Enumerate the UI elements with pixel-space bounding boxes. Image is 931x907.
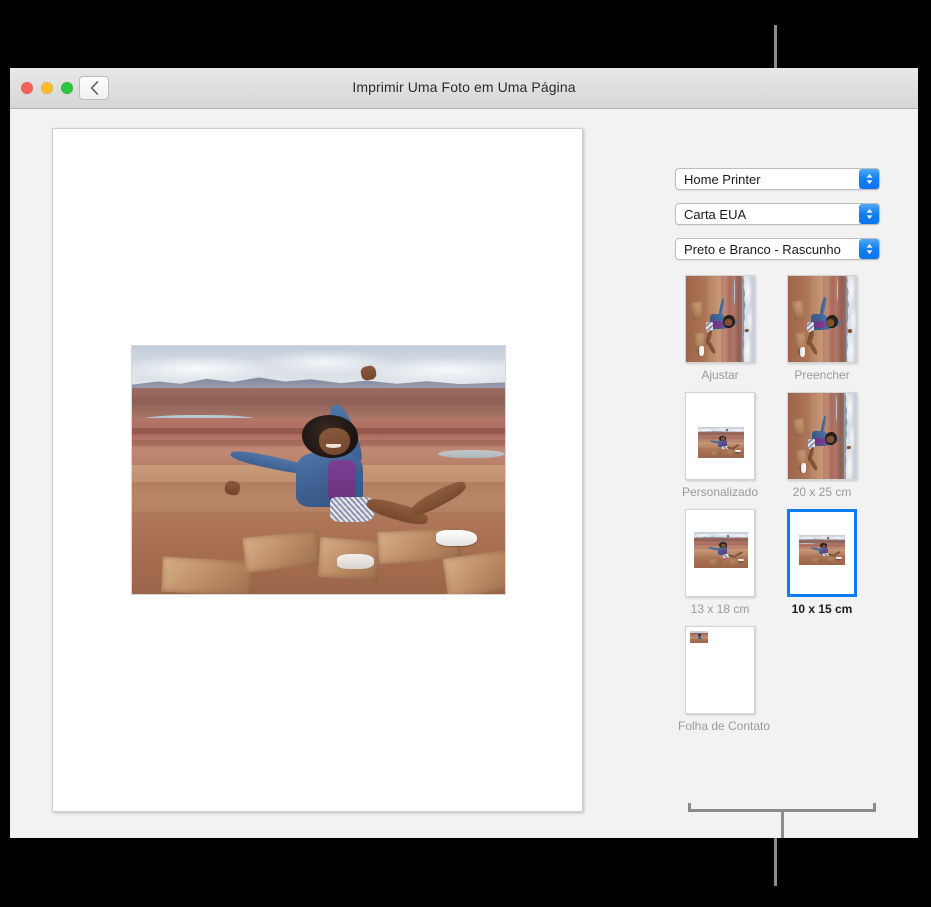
preset-preencher[interactable]: Preencher [780,275,864,382]
preview-page-sheet [52,128,583,812]
preset-thumbnail [787,392,857,480]
preset-personalizado[interactable]: Personalizado [678,392,762,499]
preset-thumbnail [787,509,857,597]
page-title: Imprimir Uma Foto em Uma Página [10,79,918,95]
layout-preset-grid: Ajustar [678,275,898,743]
preset-thumbnail [685,275,755,363]
paper-size-popup-value: Carta EUA [684,207,746,222]
quality-popup-value: Preto e Branco - Rascunho [684,242,841,257]
preset-thumbnail [685,509,755,597]
preset-row: Ajustar [678,275,898,392]
preset-label: Folha de Contato [678,719,762,733]
callout-bracket-stem [781,811,784,838]
preset-20x25[interactable]: 20 x 25 cm [780,392,864,499]
callout-line-bottom [774,838,777,886]
preset-10x15[interactable]: 10 x 15 cm [780,509,864,616]
print-options-sidebar: Home Printer Carta EUA [635,109,918,838]
quality-popup-button[interactable]: Preto e Branco - Rascunho [675,238,880,260]
preview-photo[interactable] [131,345,506,595]
updown-chevron-icon [859,169,879,189]
preset-label: Personalizado [678,485,762,499]
printer-popup-button[interactable]: Home Printer [675,168,880,190]
photo-scene [132,346,505,594]
preset-label: 20 x 25 cm [780,485,864,499]
preset-row: 13 x 18 cm [678,509,898,626]
preset-label: Preencher [780,368,864,382]
preset-thumbnail [787,275,857,363]
preset-ajustar[interactable]: Ajustar [678,275,762,382]
preset-folha-de-contato[interactable]: Folha de Contato [678,626,762,733]
updown-chevron-icon [859,204,879,224]
preset-label: 10 x 15 cm [780,602,864,616]
print-dialog-window: Imprimir Uma Foto em Uma Página [10,68,918,838]
preset-thumbnail [685,392,755,480]
window-titlebar: Imprimir Uma Foto em Uma Página [10,68,918,109]
print-preview-pane [10,109,635,838]
photo-subject [132,346,505,594]
preset-row: Personalizado [678,392,898,509]
dialog-content: Home Printer Carta EUA [10,109,918,838]
updown-chevron-icon [859,239,879,259]
preset-row: Folha de Contato [678,626,898,743]
preset-thumbnail [685,626,755,714]
paper-size-popup-button[interactable]: Carta EUA [675,203,880,225]
preset-label: Ajustar [678,368,762,382]
printer-popup-value: Home Printer [684,172,761,187]
preset-13x18[interactable]: 13 x 18 cm [678,509,762,616]
preset-label: 13 x 18 cm [678,602,762,616]
